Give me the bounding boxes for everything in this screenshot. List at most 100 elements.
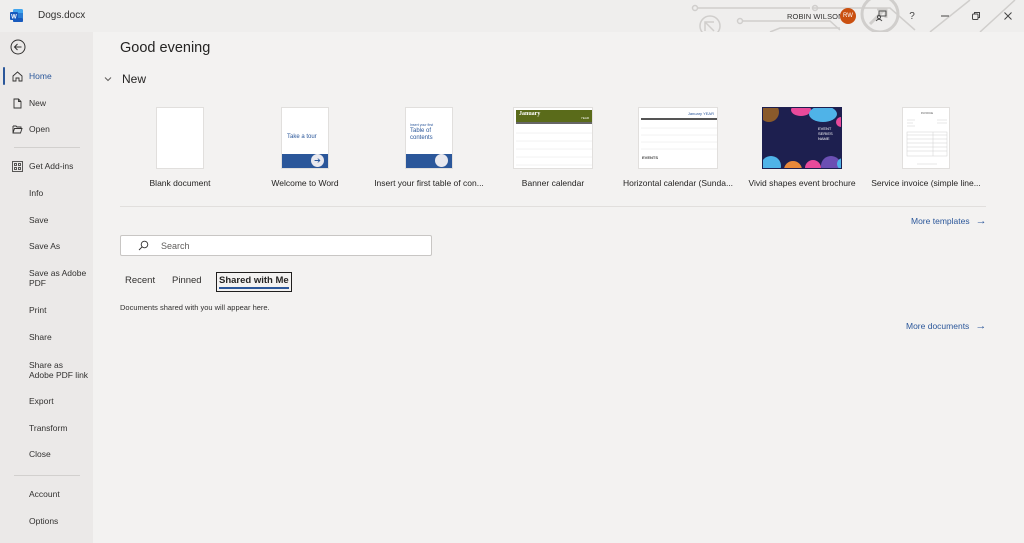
tab-recent[interactable]: Recent: [125, 275, 155, 286]
template-caption: Welcome to Word: [271, 178, 339, 188]
restore-icon: [972, 12, 980, 20]
more-templates-link[interactable]: More templates →: [911, 215, 987, 227]
sidebar-item-label: New: [29, 98, 47, 108]
sidebar-item-label: Share as Adobe PDF link: [29, 360, 89, 380]
help-button[interactable]: ?: [902, 6, 922, 26]
sidebar-divider: [14, 475, 80, 476]
tab-label: Pinned: [172, 275, 202, 286]
template-caption: Blank document: [149, 178, 211, 188]
template-thumbnail: EVENT SERIES NAME: [762, 107, 842, 169]
more-templates-label: More templates: [911, 216, 970, 226]
tab-active-underline: [219, 287, 289, 289]
svg-text:W: W: [11, 15, 17, 21]
backstage-sidebar: Home New Open Get Add-ins Info Save Save…: [0, 32, 93, 543]
template-thumbnail: Take a tour ➔: [281, 107, 329, 169]
sidebar-item-close[interactable]: Close: [0, 444, 93, 464]
sidebar-item-info[interactable]: Info: [0, 183, 93, 203]
sidebar-item-label: Account: [29, 489, 60, 499]
sidebar-item-label: Home: [29, 71, 52, 81]
add-ins-grid-icon: [12, 160, 23, 172]
template-thumbnail: Insert your first Table of contents: [405, 107, 453, 169]
sidebar-item-label: Export: [29, 396, 54, 406]
chevron-down-icon: [104, 77, 112, 82]
template-thumbnail: January YEAR EVENTS: [638, 107, 718, 169]
sidebar-item-label: Open: [29, 124, 50, 134]
template-caption: Service invoice (simple line...: [871, 178, 981, 188]
sidebar-item-share-as-adobe-pdf-link[interactable]: Share as Adobe PDF link: [0, 359, 93, 381]
search-placeholder: Search: [161, 241, 190, 251]
back-arrow-icon[interactable]: [10, 39, 26, 55]
thumb-small-text: Insert your first: [410, 123, 434, 127]
sidebar-item-transform[interactable]: Transform: [0, 418, 93, 438]
tab-pinned[interactable]: Pinned: [172, 275, 202, 286]
sidebar-item-label: Save As: [29, 241, 61, 251]
sidebar-item-home[interactable]: Home: [0, 66, 93, 86]
sidebar-item-label: Get Add-ins: [29, 161, 74, 171]
thumb-text: Table of contents: [410, 128, 433, 141]
sidebar-item-label: Share: [29, 332, 52, 342]
arrow-right-icon: ➔: [311, 154, 324, 167]
folder-open-icon: [12, 125, 23, 133]
thumb-year: YEAR: [580, 116, 589, 120]
arrow-right-icon: →: [975, 320, 987, 332]
template-caption: Insert your first table of con...: [374, 178, 484, 188]
sidebar-item-share[interactable]: Share: [0, 327, 93, 347]
tab-shared-with-me[interactable]: Shared with Me: [216, 272, 292, 292]
document-title: Dogs.docx: [38, 10, 86, 21]
sidebar-item-new[interactable]: New: [0, 93, 93, 113]
new-document-icon: [13, 98, 22, 108]
template-caption: Horizontal calendar (Sunda...: [622, 178, 734, 188]
more-documents-link[interactable]: More documents →: [906, 320, 986, 332]
template-thumbnail: January YEAR: [513, 107, 593, 169]
sidebar-item-save-as[interactable]: Save As: [0, 236, 93, 256]
new-section-title: New: [122, 72, 147, 86]
sidebar-item-print[interactable]: Print: [0, 300, 93, 320]
sidebar-item-save-as-adobe-pdf[interactable]: Save as Adobe PDF: [0, 267, 93, 289]
sidebar-item-label: Save as Adobe PDF: [29, 268, 87, 288]
tab-label: Shared with Me: [219, 275, 289, 286]
close-window-button[interactable]: [998, 6, 1018, 26]
home-icon: [12, 70, 23, 81]
thumb-text: EVENT SERIES NAME: [818, 126, 833, 141]
greeting-heading: Good evening: [120, 40, 211, 56]
user-name[interactable]: ROBIN WILSON: [787, 12, 844, 21]
user-avatar[interactable]: RW: [840, 8, 856, 24]
word-logo-icon: W: [10, 9, 23, 22]
thumb-month: January YEAR: [687, 111, 714, 116]
restore-button[interactable]: [966, 6, 986, 26]
title-bar: W Dogs.docx ROBIN WILSON RW ?: [0, 0, 1024, 32]
sidebar-item-label: Print: [29, 305, 47, 315]
thumb-text: Take a tour: [287, 134, 317, 140]
sidebar-item-open[interactable]: Open: [0, 119, 93, 139]
toc-icon: [435, 154, 448, 167]
template-caption: Banner calendar: [521, 178, 585, 188]
tab-label: Recent: [125, 275, 156, 286]
sidebar-item-label: Save: [29, 215, 49, 225]
sidebar-item-export[interactable]: Export: [0, 391, 93, 411]
search-icon: [138, 240, 149, 251]
sidebar-item-get-add-ins[interactable]: Get Add-ins: [0, 156, 93, 176]
arrow-right-icon: →: [975, 215, 987, 227]
sidebar-item-label: Info: [29, 188, 44, 198]
thumb-events: EVENTS: [642, 155, 659, 160]
empty-state-message: Documents shared with you will appear he…: [120, 303, 270, 312]
sidebar-item-label: Transform: [29, 423, 68, 433]
calendar-weekday-row: [516, 122, 592, 124]
sidebar-item-account[interactable]: Account: [0, 484, 93, 504]
sidebar-item-options[interactable]: Options: [0, 511, 93, 531]
home-pane: Good evening New Blank document Take a t…: [93, 32, 1024, 543]
minimize-button[interactable]: [935, 6, 955, 26]
calendar-header-bar: [641, 118, 717, 120]
sidebar-item-label: Close: [29, 449, 51, 459]
calendar-banner: January YEAR: [516, 110, 592, 122]
new-section-toggle[interactable]: New: [103, 72, 146, 86]
sidebar-item-label: Options: [29, 516, 59, 526]
more-documents-label: More documents: [906, 321, 970, 331]
calendar-grid: [641, 127, 717, 150]
invoice-lines: [906, 119, 948, 165]
sidebar-item-save[interactable]: Save: [0, 210, 93, 230]
coauthor-button[interactable]: [871, 6, 891, 26]
search-input[interactable]: Search: [120, 235, 432, 256]
minimize-icon: [941, 15, 949, 17]
present-people-icon: [875, 10, 887, 22]
